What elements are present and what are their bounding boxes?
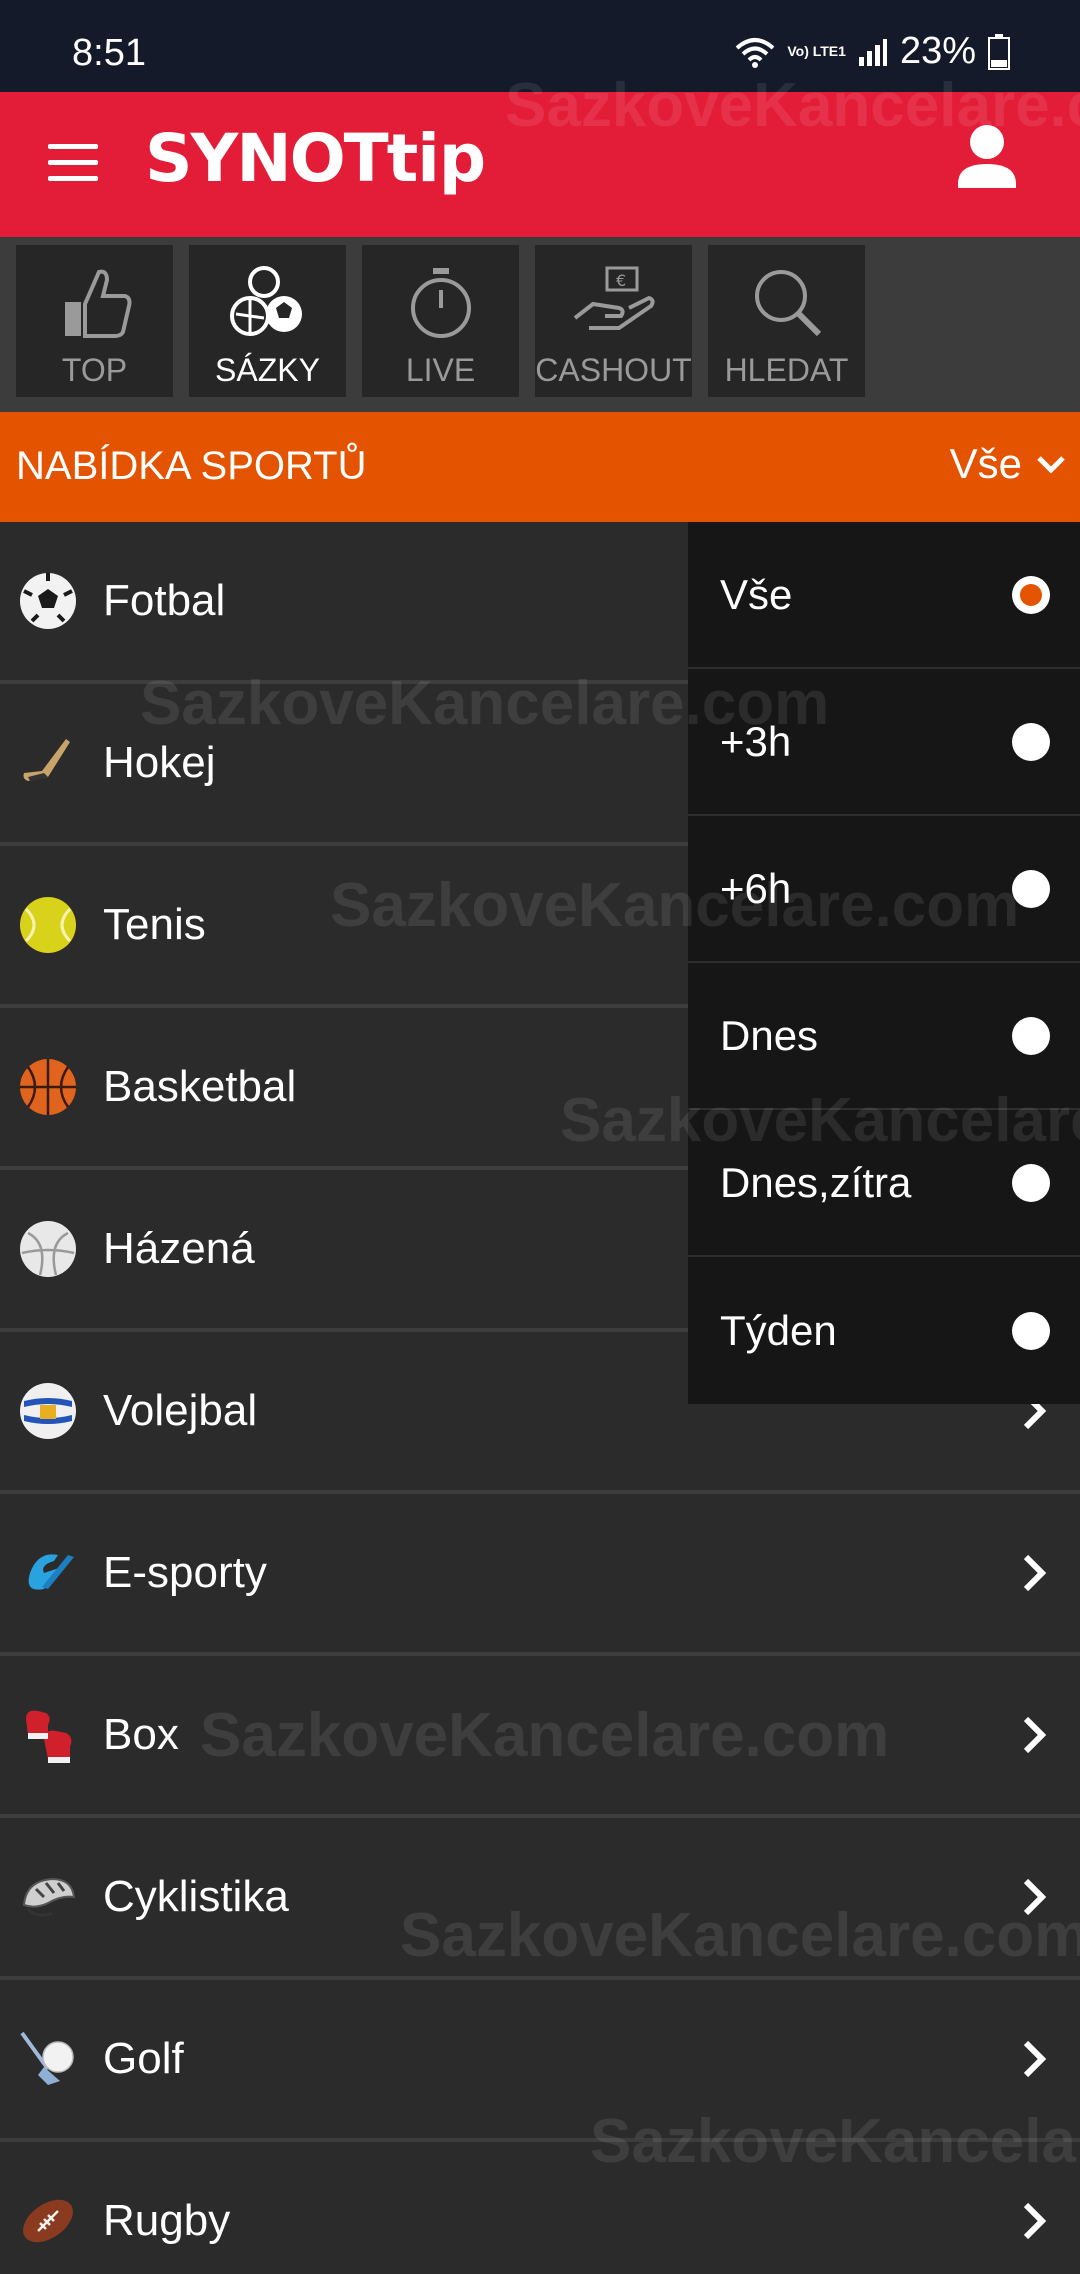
main-tab-bar: TOP SÁZKY LIVE € CASHOUT HLEDAT — [0, 237, 1080, 412]
sports-offer-header: NABÍDKA SPORTŮ Vše — [0, 412, 1080, 522]
section-title: NABÍDKA SPORTŮ — [16, 444, 367, 488]
radio-unselected[interactable] — [1012, 1016, 1050, 1055]
filter-option-label: +3h — [720, 717, 792, 765]
football-icon — [20, 573, 76, 629]
filter-option-3h[interactable]: +3h — [688, 669, 1080, 816]
sport-name: Cyklistika — [103, 1872, 289, 1921]
svg-text:€: € — [616, 271, 626, 290]
chevron-right-icon — [1023, 1716, 1047, 1754]
chevron-right-icon — [1023, 1878, 1047, 1916]
tab-sazky[interactable]: SÁZKY — [189, 245, 346, 397]
radio-selected[interactable] — [1012, 575, 1050, 614]
tab-live[interactable]: LIVE — [362, 245, 519, 397]
app-header: SYNOTtip — [0, 92, 1080, 237]
tab-label: LIVE — [405, 352, 476, 388]
chevron-down-icon — [1037, 456, 1065, 474]
boxing-glove-icon — [26, 1710, 72, 1763]
filter-option-label: +6h — [720, 864, 792, 912]
sport-name: Tenis — [103, 900, 206, 949]
chevron-right-icon — [1023, 2040, 1047, 2078]
tennis-ball-icon — [20, 897, 76, 953]
magnifier-icon — [754, 270, 821, 337]
time-filter-toggle[interactable]: Vše — [950, 440, 1066, 488]
sport-name: Golf — [103, 2034, 184, 2083]
stopwatch-icon — [410, 268, 471, 338]
filter-option-label: Týden — [720, 1306, 837, 1354]
user-account-icon[interactable] — [954, 122, 1020, 202]
thumbs-up-icon — [64, 269, 131, 338]
tab-cashout[interactable]: € CASHOUT — [535, 245, 692, 397]
tab-label: SÁZKY — [215, 352, 320, 388]
sport-name: Rugby — [103, 2196, 231, 2245]
sport-item-rugby[interactable]: Rugby — [0, 2142, 1080, 2274]
filter-option-6h[interactable]: +6h — [688, 816, 1080, 963]
filter-option-vse[interactable]: Vše — [688, 522, 1080, 669]
hockey-stick-icon — [23, 739, 70, 781]
filter-option-dnes[interactable]: Dnes — [688, 963, 1080, 1110]
cycling-helmet-icon — [22, 1877, 76, 1917]
sport-name: Volejbal — [103, 1386, 258, 1435]
filter-option-tyden[interactable]: Týden — [688, 1257, 1080, 1404]
sport-name: E-sporty — [103, 1548, 267, 1597]
filter-option-dnes-zitra[interactable]: Dnes,zítra — [688, 1110, 1080, 1257]
tab-label: TOP — [61, 352, 128, 388]
signal-icon — [858, 38, 887, 66]
sport-item-cyklistika[interactable]: Cyklistika — [0, 1818, 1080, 1980]
sport-name: Fotbal — [103, 576, 226, 625]
chevron-right-icon — [1023, 2202, 1047, 2240]
filter-option-label: Dnes — [720, 1011, 819, 1059]
status-icons: Vo) LTE1 23% — [735, 30, 1010, 73]
battery-percent: 23% — [899, 30, 976, 72]
tab-hledat[interactable]: HLEDAT — [708, 245, 865, 397]
sport-name: Basketbal — [103, 1062, 297, 1111]
wifi-icon — [736, 37, 775, 68]
cash-hand-icon: € — [573, 266, 655, 330]
sports-balls-icon — [229, 266, 302, 336]
filter-option-label: Dnes,zítra — [720, 1158, 912, 1206]
logo-accent: tip — [386, 120, 486, 197]
sport-item-box[interactable]: Box — [0, 1656, 1080, 1818]
filter-option-label: Vše — [720, 570, 793, 618]
chevron-right-icon — [1023, 1554, 1047, 1592]
rugby-ball-icon — [23, 2199, 73, 2243]
radio-unselected[interactable] — [1012, 1163, 1050, 1202]
sport-name: Hokej — [103, 738, 216, 787]
sport-name: Házená — [103, 1224, 255, 1273]
tab-label: HLEDAT — [724, 352, 849, 388]
battery-icon — [988, 33, 1010, 70]
esports-icon — [28, 1554, 74, 1590]
radio-unselected[interactable] — [1012, 869, 1050, 908]
hamburger-menu-icon[interactable] — [48, 144, 98, 184]
sport-item-golf[interactable]: Golf — [0, 1980, 1080, 2142]
tab-top[interactable]: TOP — [16, 245, 173, 397]
sport-item-esporty[interactable]: E-sporty — [0, 1494, 1080, 1656]
radio-unselected[interactable] — [1012, 1311, 1050, 1350]
golf-icon — [20, 2031, 74, 2085]
logo-main: SYNOT — [145, 120, 389, 197]
tab-label: CASHOUT — [535, 352, 692, 388]
sport-name: Box — [103, 1710, 179, 1759]
volleyball-icon — [20, 1383, 76, 1439]
filter-label: Vše — [949, 440, 1022, 487]
synottip-logo[interactable]: SYNOTtip — [145, 120, 486, 197]
handball-icon — [20, 1221, 76, 1277]
radio-unselected[interactable] — [1012, 722, 1050, 761]
status-bar: 8:51 Vo) LTE1 23% — [0, 0, 1080, 92]
network-label: Vo) LTE1 — [787, 43, 846, 59]
basketball-icon — [20, 1059, 76, 1115]
time-filter-dropdown: Vše +3h +6h Dnes Dnes,zítra Týden — [688, 522, 1080, 1404]
status-time: 8:51 — [72, 32, 146, 74]
